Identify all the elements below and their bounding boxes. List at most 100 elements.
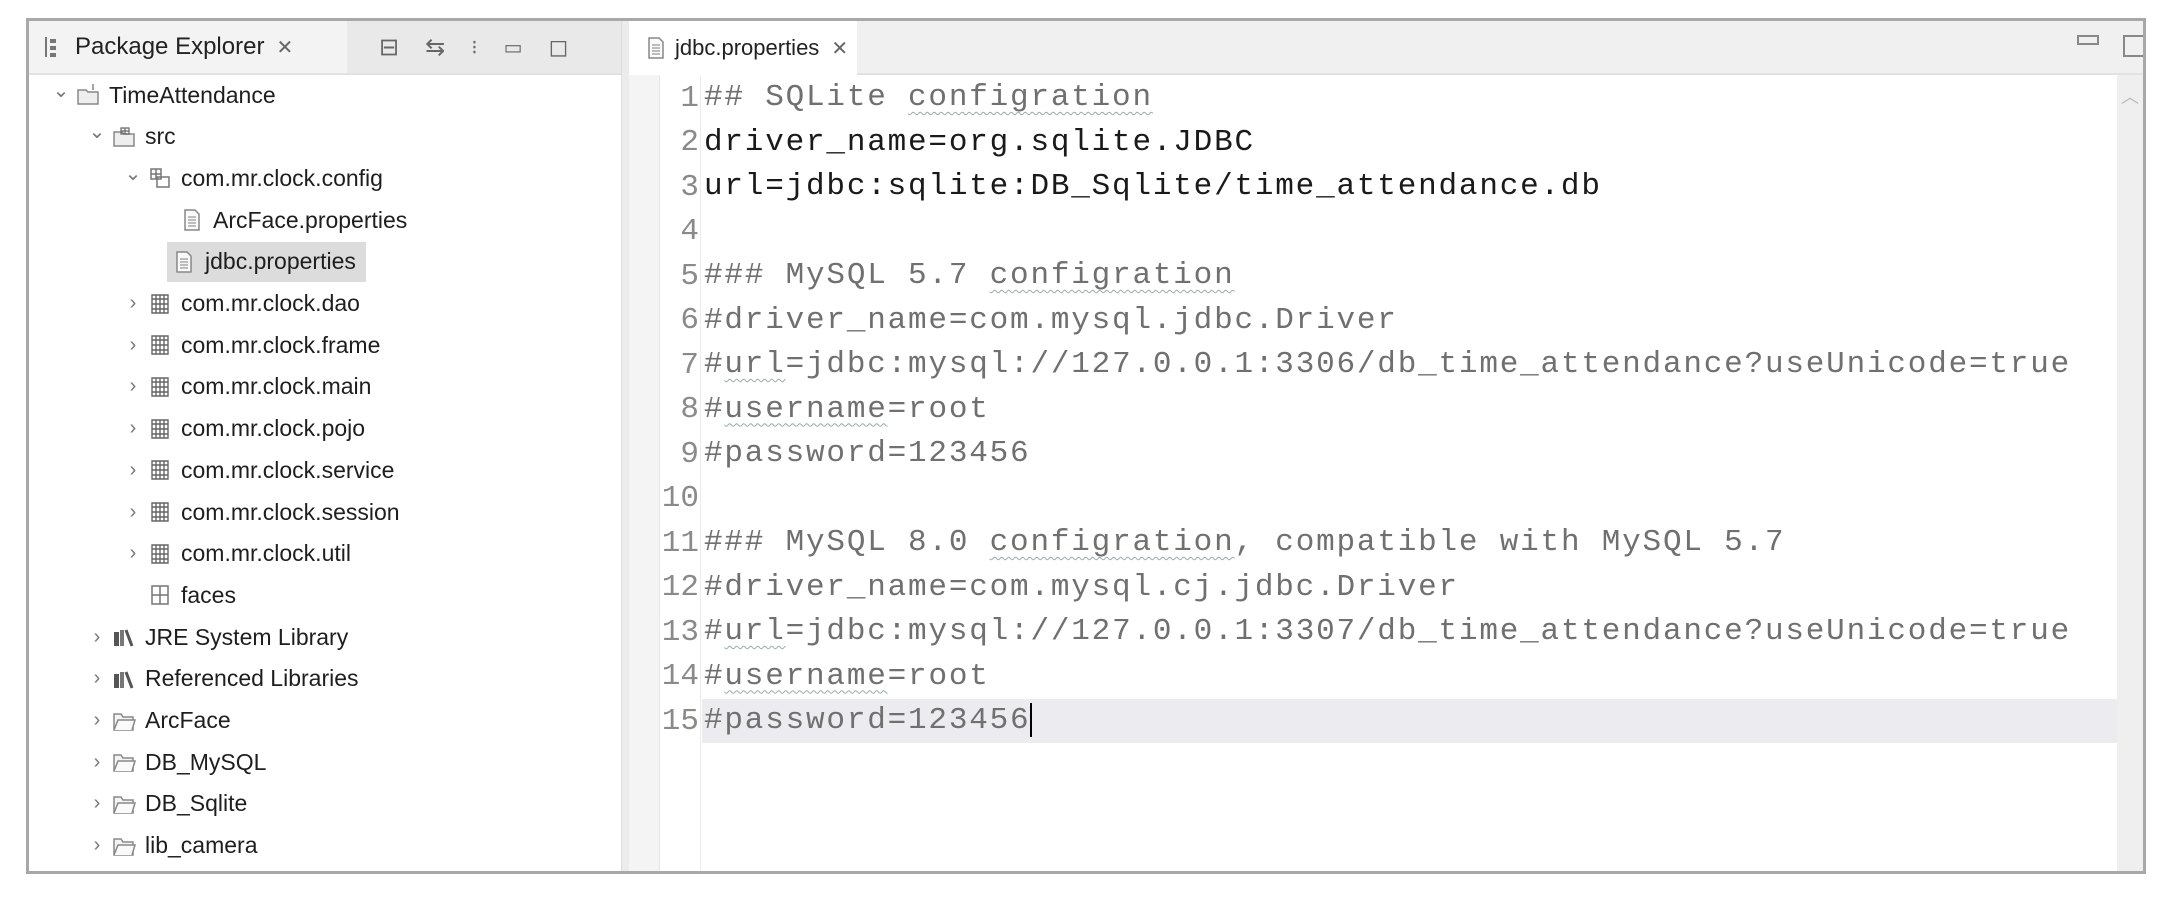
chevron-right-icon[interactable]: › bbox=[123, 334, 143, 357]
code-segment: #password=123456 bbox=[704, 703, 1031, 738]
library-icon bbox=[114, 629, 134, 647]
chevron-right-icon[interactable]: › bbox=[123, 292, 143, 315]
chevron-right-icon[interactable]: › bbox=[123, 459, 143, 482]
tree-item[interactable]: › Referenced Libraries bbox=[87, 659, 359, 699]
line-number: 15 bbox=[661, 703, 699, 739]
close-icon[interactable]: ✕ bbox=[831, 36, 848, 61]
annotation-ruler bbox=[629, 75, 660, 871]
tree-item[interactable]: › lib_camera bbox=[87, 826, 258, 866]
minimize-icon[interactable] bbox=[2077, 35, 2099, 45]
code-line[interactable]: 3 url=jdbc:sqlite:DB_Sqlite/time_attendan… bbox=[659, 164, 2117, 210]
tree-item[interactable]: › DB_MySQL bbox=[87, 742, 267, 782]
tree-item[interactable]: › ArcFace bbox=[87, 701, 231, 741]
tree-item[interactable]: › com.mr.clock.pojo bbox=[123, 409, 365, 449]
package-explorer-tab[interactable]: Package Explorer ✕ bbox=[29, 21, 347, 73]
tree-item-label: com.mr.clock.service bbox=[181, 456, 395, 483]
chevron-down-icon[interactable]: ⌄ bbox=[51, 78, 71, 103]
maximize-icon[interactable] bbox=[2123, 35, 2143, 57]
code-line[interactable]: 4 bbox=[659, 209, 2117, 255]
code-line[interactable]: 7 #url=jdbc:mysql://127.0.0.1:3306/db_tim… bbox=[659, 342, 2117, 388]
misspelled-word: username bbox=[724, 391, 888, 427]
package-explorer-view: Package Explorer ✕ ⊟ ⇆ ⁝ ▭ ◻ ⌄ TimeAttend… bbox=[29, 21, 621, 871]
tree-item[interactable]: jdbc.properties bbox=[167, 241, 366, 282]
library-icon bbox=[114, 671, 134, 689]
tree-item[interactable]: ⌄ TimeAttendance bbox=[51, 75, 276, 115]
chevron-right-icon[interactable]: › bbox=[123, 375, 143, 398]
chevron-right-icon[interactable]: › bbox=[87, 792, 107, 815]
line-number: 13 bbox=[661, 614, 699, 650]
chevron-right-icon[interactable]: › bbox=[87, 751, 107, 774]
chevron-right-icon[interactable]: › bbox=[123, 542, 143, 565]
tree-item-label: TimeAttendance bbox=[109, 81, 276, 108]
code-editor[interactable]: 1 ## SQLite configration 2 driver_name=org.… bbox=[659, 75, 2117, 871]
chevron-right-icon[interactable]: › bbox=[87, 834, 107, 857]
tree-item[interactable]: ArcFace.properties bbox=[159, 200, 407, 240]
close-icon[interactable]: ✕ bbox=[276, 35, 293, 60]
code-segment: ### MySQL 5.7 bbox=[704, 258, 990, 293]
tree-item-label: com.mr.clock.util bbox=[181, 540, 351, 567]
tree-item[interactable]: › DB_Sqlite bbox=[87, 784, 248, 824]
code-line[interactable]: 5 ### MySQL 5.7 configration bbox=[659, 253, 2117, 299]
misspelled-word: url bbox=[724, 347, 786, 382]
tree-item[interactable]: › com.mr.clock.session bbox=[123, 492, 400, 532]
file-icon bbox=[648, 37, 664, 59]
collapse-all-icon[interactable]: ⊟ bbox=[379, 33, 399, 62]
chevron-right-icon[interactable]: › bbox=[87, 626, 107, 649]
package-empty-icon bbox=[151, 585, 169, 606]
file-icon bbox=[176, 251, 192, 273]
tree-item-label: com.mr.clock.dao bbox=[181, 290, 360, 316]
tree-item[interactable]: › com.mr.clock.util bbox=[123, 534, 351, 574]
code-line[interactable]: 12 #driver_name=com.mysql.cj.jdbc.Driver bbox=[659, 565, 2117, 611]
line-number: 6 bbox=[680, 303, 699, 338]
tree-item-label: com.mr.clock.main bbox=[181, 373, 372, 400]
chevron-right-icon[interactable]: › bbox=[87, 709, 107, 732]
misspelled-word: configration bbox=[908, 80, 1153, 115]
editor-tab-jdbc-properties[interactable]: jdbc.properties ✕ bbox=[629, 21, 857, 75]
code-segment: # bbox=[704, 391, 725, 427]
scroll-up-icon[interactable]: ︿ bbox=[2117, 83, 2143, 109]
editor-tab-bar: jdbc.properties ✕ bbox=[629, 21, 2143, 75]
tree-item-label: faces bbox=[181, 581, 236, 608]
code-segment: =root bbox=[887, 391, 990, 427]
maximize-icon[interactable]: ◻ bbox=[548, 33, 568, 62]
chevron-right-icon[interactable]: › bbox=[123, 417, 143, 440]
line-number: 1 bbox=[680, 80, 699, 116]
tree-item[interactable]: › com.mr.clock.frame bbox=[123, 325, 381, 365]
tree-item[interactable]: › com.mr.clock.service bbox=[123, 450, 395, 490]
minimize-icon[interactable]: ▭ bbox=[504, 35, 523, 60]
tree-item[interactable]: ⌄ src bbox=[87, 117, 176, 157]
view-menu-icon[interactable]: ⁝ bbox=[471, 35, 477, 60]
package-icon bbox=[151, 377, 169, 397]
vertical-scrollbar[interactable]: ︿ bbox=[2117, 75, 2143, 871]
tree-item[interactable]: › JRE System Library bbox=[87, 617, 349, 657]
chevron-down-icon[interactable]: ⌄ bbox=[87, 119, 107, 144]
line-number: 14 bbox=[661, 659, 699, 694]
code-line[interactable]: 6 #driver_name=com.mysql.jdbc.Driver bbox=[659, 298, 2117, 344]
code-line[interactable]: 15 #password=123456 bbox=[659, 698, 2117, 744]
tree-item[interactable]: faces bbox=[123, 575, 236, 615]
code-line[interactable]: 11 ### MySQL 8.0 configration, compatible… bbox=[659, 520, 2117, 566]
code-line[interactable]: 1 ## SQLite configration bbox=[659, 75, 2117, 121]
misspelled-word: url bbox=[724, 614, 786, 649]
tree-item[interactable]: › com.mr.clock.dao bbox=[123, 284, 360, 324]
code-line[interactable]: 8 #username=root bbox=[659, 387, 2117, 433]
package-icon bbox=[151, 502, 169, 522]
code-segment: # bbox=[704, 347, 725, 382]
link-with-editor-icon[interactable]: ⇆ bbox=[425, 33, 445, 62]
code-line[interactable]: 9 #password=123456 bbox=[659, 431, 2117, 477]
chevron-right-icon[interactable]: › bbox=[123, 501, 143, 524]
chevron-right-icon[interactable]: › bbox=[87, 667, 107, 690]
tree-item[interactable]: › com.mr.clock.main bbox=[123, 367, 372, 407]
chevron-down-icon[interactable]: ⌄ bbox=[123, 161, 143, 186]
code-text: #password=123456 bbox=[702, 699, 2117, 743]
code-line[interactable]: 14 #username=root bbox=[659, 654, 2117, 700]
tree-item[interactable]: ⌄ com.mr.clock.config bbox=[123, 158, 383, 198]
tree-item-label: com.mr.clock.pojo bbox=[181, 415, 366, 442]
project-icon bbox=[77, 84, 99, 105]
code-line[interactable]: 2 driver_name=org.sqlite.JDBC bbox=[659, 120, 2117, 166]
code-text: #driver_name=com.mysql.cj.jdbc.Driver bbox=[702, 566, 2117, 610]
package-open-icon bbox=[150, 168, 170, 189]
code-line[interactable]: 10 bbox=[659, 476, 2117, 522]
line-number: 12 bbox=[661, 570, 699, 605]
code-line[interactable]: 13 #url=jdbc:mysql://127.0.0.1:3307/db_ti… bbox=[659, 609, 2117, 655]
